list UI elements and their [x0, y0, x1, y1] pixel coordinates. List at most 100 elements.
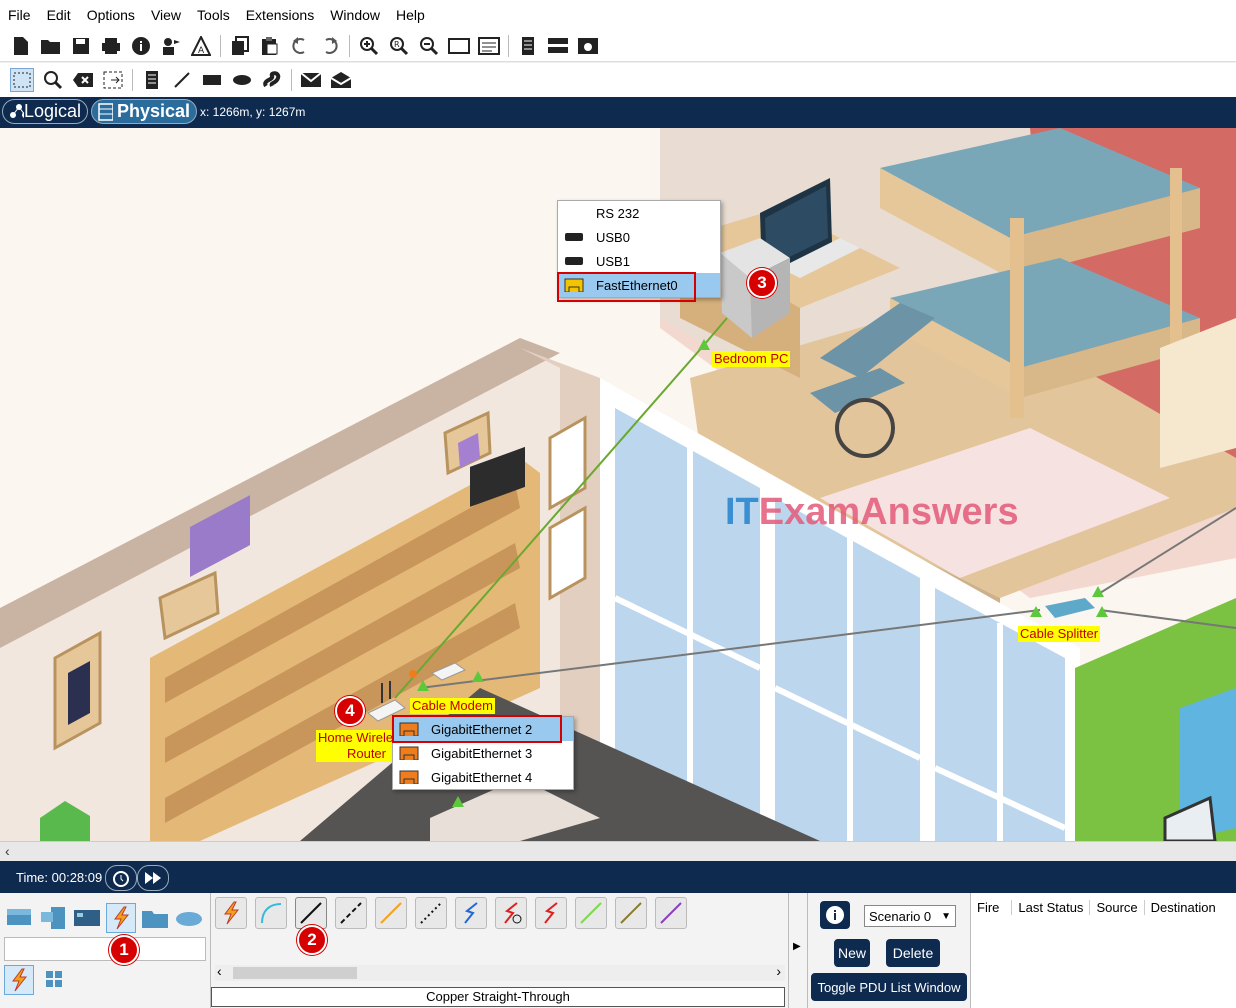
- text-file-icon[interactable]: [517, 35, 539, 57]
- resize-shape-icon[interactable]: [102, 69, 124, 91]
- panel-divider[interactable]: ▶: [788, 893, 808, 1008]
- web-view-icon[interactable]: [577, 35, 599, 57]
- freeform-icon[interactable]: [261, 69, 283, 91]
- view-mode-bar: Logical Physical x: 1266m, y: 1267m: [0, 97, 1236, 128]
- menu-window[interactable]: Window: [322, 7, 388, 23]
- info-icon[interactable]: [130, 35, 152, 57]
- copper-cross-over-icon[interactable]: [335, 897, 367, 929]
- chevron-down-icon: ▼: [941, 910, 951, 922]
- paste-icon[interactable]: [259, 35, 281, 57]
- miscellaneous-icon[interactable]: [140, 903, 170, 933]
- coaxial-cable-icon[interactable]: [455, 897, 487, 929]
- undo-icon[interactable]: [289, 35, 311, 57]
- grid-view-icon[interactable]: [46, 971, 62, 987]
- scenario-info-button[interactable]: [820, 901, 850, 929]
- iot-custom-cable-icon[interactable]: [615, 897, 647, 929]
- toggle-pdu-list-button[interactable]: Toggle PDU List Window: [811, 973, 967, 1001]
- end-devices-icon[interactable]: [38, 903, 68, 933]
- connection-scrollbar[interactable]: ‹ ›: [215, 963, 785, 981]
- watermark: ITExamAnswers: [725, 491, 1019, 534]
- inspect-tool-icon[interactable]: [42, 69, 64, 91]
- select-tool-icon[interactable]: [10, 68, 34, 92]
- place-note-icon[interactable]: [141, 69, 163, 91]
- physical-workspace[interactable]: ITExamAnswers Bedroom PC Cable Splitter …: [0, 128, 1236, 841]
- menu-file[interactable]: File: [0, 7, 39, 23]
- watermark-text: ExamAnswers: [758, 491, 1019, 533]
- serial-dce-icon[interactable]: [495, 897, 527, 929]
- port-usb1[interactable]: USB1: [558, 249, 720, 273]
- custom-device-dialog-icon[interactable]: [478, 35, 500, 57]
- zoom-reset-icon[interactable]: R: [388, 35, 410, 57]
- step-badge-3: 3: [747, 268, 777, 298]
- drawing-palette-icon[interactable]: [448, 35, 470, 57]
- network-devices-icon[interactable]: [4, 903, 34, 933]
- menu-bar: File Edit Options View Tools Extensions …: [0, 0, 1236, 30]
- components-icon[interactable]: [72, 903, 102, 933]
- add-simple-pdu-icon[interactable]: [300, 69, 322, 91]
- menu-options[interactable]: Options: [79, 7, 143, 23]
- device-template-icon[interactable]: [547, 35, 569, 57]
- new-scenario-button[interactable]: New: [834, 939, 870, 967]
- redo-icon[interactable]: [319, 35, 341, 57]
- new-file-icon[interactable]: [10, 35, 32, 57]
- scroll-left-icon[interactable]: ‹: [217, 963, 222, 979]
- serial-dte-icon[interactable]: [535, 897, 567, 929]
- delete-scenario-button[interactable]: Delete: [886, 939, 940, 967]
- pdu-list: Fire Last Status Source Destination: [970, 893, 1236, 1008]
- menu-extensions[interactable]: Extensions: [238, 7, 322, 23]
- activity-wizard-icon[interactable]: A: [190, 35, 212, 57]
- port-rs232[interactable]: RS 232: [558, 201, 720, 225]
- scenario-select[interactable]: Scenario 0 ▼: [864, 905, 956, 927]
- logical-tab-label: Logical: [23, 101, 81, 121]
- toolbar-divider: [220, 34, 221, 57]
- connections-subtype-icon[interactable]: [4, 965, 34, 995]
- port-usb0[interactable]: USB0: [558, 225, 720, 249]
- connections-icon[interactable]: [106, 903, 136, 933]
- scroll-thumb[interactable]: [233, 967, 357, 979]
- menu-tools[interactable]: Tools: [189, 7, 238, 23]
- open-folder-icon[interactable]: [40, 35, 62, 57]
- pdu-col-destination: Destination: [1150, 899, 1216, 915]
- port-gigabitethernet4[interactable]: GigabitEthernet 4: [393, 765, 573, 789]
- console-cable-icon[interactable]: [255, 897, 287, 929]
- physical-tab[interactable]: Physical: [91, 99, 197, 124]
- multiuser-icon[interactable]: [174, 903, 204, 933]
- device-categories: [4, 903, 204, 933]
- menu-view[interactable]: View: [143, 7, 189, 23]
- automatic-connection-icon[interactable]: [215, 897, 247, 929]
- device-panel: 1 2 ‹ › Copper Straight-Through ▶ Scenar…: [0, 893, 1236, 1008]
- draw-ellipse-icon[interactable]: [231, 69, 253, 91]
- expand-icon[interactable]: ▶: [793, 941, 801, 952]
- scroll-left-icon[interactable]: ‹: [5, 843, 10, 859]
- svg-text:R: R: [394, 40, 400, 49]
- pdu-col-source: Source: [1090, 899, 1145, 915]
- workspace-scrollbar[interactable]: ‹: [0, 841, 1236, 862]
- port-gigabitethernet3[interactable]: GigabitEthernet 3: [393, 741, 573, 765]
- add-complex-pdu-icon[interactable]: [330, 69, 352, 91]
- reset-time-button[interactable]: [105, 865, 137, 891]
- copy-icon[interactable]: [229, 35, 251, 57]
- usb-port-icon: [565, 233, 583, 241]
- scenario-panel: Scenario 0 ▼ New Delete Toggle PDU List …: [808, 893, 968, 1008]
- scroll-right-icon[interactable]: ›: [776, 963, 781, 979]
- print-icon[interactable]: [100, 35, 122, 57]
- zoom-out-icon[interactable]: [418, 35, 440, 57]
- fiber-icon[interactable]: [375, 897, 407, 929]
- fast-forward-button[interactable]: [137, 865, 169, 891]
- toolbar-divider: [291, 69, 292, 91]
- octal-cable-icon[interactable]: [575, 897, 607, 929]
- menu-edit[interactable]: Edit: [39, 7, 79, 23]
- usb-cable-icon[interactable]: [655, 897, 687, 929]
- step-badge-1: 1: [109, 935, 139, 965]
- zoom-in-icon[interactable]: [358, 35, 380, 57]
- network-wizard-icon[interactable]: [160, 35, 182, 57]
- logical-tab[interactable]: Logical: [2, 99, 88, 124]
- delete-tool-icon[interactable]: [72, 69, 94, 91]
- draw-line-icon[interactable]: [171, 69, 193, 91]
- port-usb0-label: USB0: [596, 229, 630, 245]
- draw-rectangle-icon[interactable]: [201, 69, 223, 91]
- phone-cable-icon[interactable]: [415, 897, 447, 929]
- save-icon[interactable]: [70, 35, 92, 57]
- menu-help[interactable]: Help: [388, 7, 433, 23]
- device-search-field[interactable]: [4, 937, 206, 961]
